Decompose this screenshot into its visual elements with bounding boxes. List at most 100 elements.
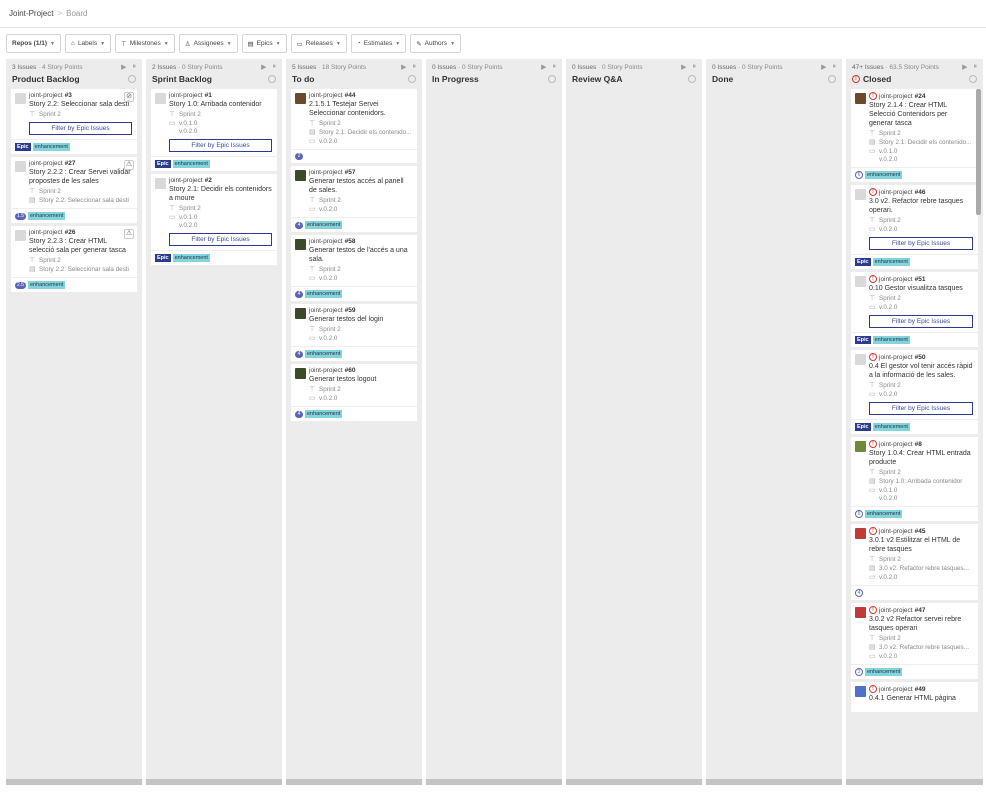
issue-card[interactable]: joint-project #57 Generar testos accés al …	[291, 166, 417, 232]
issue-title[interactable]: Story 2.1.4 : Crear HTML Selecció Conten…	[869, 101, 973, 128]
play-icon[interactable]: ▶	[401, 63, 406, 71]
label-badge[interactable]: enhancement	[872, 336, 910, 344]
issue-title[interactable]: 0.10 Gestor visualitza tasques	[869, 284, 973, 293]
column-status-icon[interactable]	[969, 75, 977, 83]
issue-card[interactable]: ! joint-project #45 3.0.1 v2 Estilitzar el …	[851, 524, 978, 600]
filter-labels-button[interactable]: ⌂ Labels ▼	[65, 34, 112, 53]
collapse-icon[interactable]: ⏸	[833, 63, 837, 71]
column-status-icon[interactable]	[408, 75, 416, 83]
issue-title[interactable]: Story 2.2.2 : Crear Servei validar propo…	[29, 168, 132, 186]
label-badge[interactable]: enhancement	[865, 668, 903, 676]
issue-number[interactable]: #24	[915, 93, 926, 100]
repo-name[interactable]: joint-project	[29, 229, 63, 236]
label-badge[interactable]: enhancement	[305, 350, 343, 358]
issue-number[interactable]: #46	[915, 189, 926, 196]
collapse-icon[interactable]: ⏸	[693, 63, 697, 71]
issue-title[interactable]: Generar testos de l'accés a una sala.	[309, 246, 412, 264]
issue-title[interactable]: Story 2.2: Seleccionar sala desti	[29, 100, 132, 109]
filter-epic-issues-button[interactable]: Filter by Epic Issues	[29, 122, 132, 135]
filter-estimates-button[interactable]: ◔ Estimates ▼	[350, 34, 407, 53]
issue-title[interactable]: Story 1.0.4: Crear HTML entrada producte	[869, 449, 973, 467]
issue-title[interactable]: 0.4 El gestor vol tenir accés ràpid a la…	[869, 362, 973, 380]
scrollbar[interactable]	[976, 89, 981, 215]
issue-card[interactable]: joint-project #2 Story 2.1: Decidir els co…	[151, 174, 277, 265]
filter-repos-button[interactable]: Repos (1/1) ▼	[6, 34, 61, 53]
repo-name[interactable]: joint-project	[29, 160, 63, 167]
repo-name[interactable]: joint-project	[309, 238, 343, 245]
card-corner-icon[interactable]: ⊘	[124, 92, 134, 102]
issue-title[interactable]: 0.4.1 Generar HTML pàgina	[869, 694, 973, 703]
issue-card[interactable]: ! joint-project #24 Story 2.1.4 : Crear HTM…	[851, 89, 978, 182]
issue-title[interactable]: Generar testos del login	[309, 315, 412, 324]
issue-title[interactable]: Story 2.1: Decidir els contenidors a mou…	[169, 185, 272, 203]
repo-name[interactable]: joint-project	[879, 441, 913, 448]
issue-card[interactable]: ! joint-project #46 3.0 v2. Refactor rebre …	[851, 185, 978, 269]
repo-name[interactable]: joint-project	[29, 92, 63, 99]
issue-card[interactable]: joint-project #60 Generar testos logout ⊤ Sp…	[291, 364, 417, 421]
collapse-icon[interactable]: ⏸	[273, 63, 277, 71]
label-badge[interactable]: enhancement	[865, 510, 903, 518]
issue-card[interactable]: ! joint-project #49 0.4.1 Generar HTML pàgi…	[851, 682, 978, 712]
filter-milestones-button[interactable]: ⊤ Milestones ▼	[115, 34, 175, 53]
issue-number[interactable]: #27	[65, 160, 76, 167]
label-badge[interactable]: enhancement	[872, 423, 910, 431]
play-icon[interactable]: ▶	[121, 63, 126, 71]
play-icon[interactable]: ▶	[541, 63, 546, 71]
issue-card[interactable]: ! joint-project #50 0.4 El gestor vol tenir…	[851, 350, 978, 434]
filter-epic-issues-button[interactable]: Filter by Epic Issues	[869, 315, 973, 328]
filter-epic-issues-button[interactable]: Filter by Epic Issues	[169, 139, 272, 152]
issue-title[interactable]: 3.0 v2. Refactor rebre tasques operari.	[869, 197, 973, 215]
filter-epic-issues-button[interactable]: Filter by Epic Issues	[169, 233, 272, 246]
issue-card[interactable]: joint-project #59 Generar testos del login…	[291, 304, 417, 361]
issue-title[interactable]: 3.0.1 v2 Estilitzar el HTML de rebre tas…	[869, 536, 973, 554]
issue-title[interactable]: Story 1.0: Arribada contenidor	[169, 100, 272, 109]
repo-name[interactable]: joint-project	[309, 307, 343, 314]
issue-number[interactable]: #57	[345, 169, 356, 176]
issue-card[interactable]: ! joint-project #47 3.0.2 v2 Refactor serve…	[851, 603, 978, 679]
repo-name[interactable]: joint-project	[309, 92, 343, 99]
collapse-icon[interactable]: ⏸	[553, 63, 557, 71]
play-icon[interactable]: ▶	[681, 63, 686, 71]
column-status-icon[interactable]	[128, 75, 136, 83]
issue-title[interactable]: Generar testos accés al panell de sales.	[309, 177, 412, 195]
label-badge[interactable]: enhancement	[872, 258, 910, 266]
issue-number[interactable]: #59	[345, 307, 356, 314]
repo-name[interactable]: joint-project	[309, 169, 343, 176]
label-badge[interactable]: enhancement	[305, 410, 343, 418]
issue-card[interactable]: joint-project #1 Story 1.0: Arribada conte…	[151, 89, 277, 171]
issue-number[interactable]: #49	[915, 686, 926, 693]
repo-name[interactable]: joint-project	[879, 189, 913, 196]
label-badge[interactable]: enhancement	[172, 160, 210, 168]
issue-title[interactable]: 3.0.2 v2 Refactor servei rebre tasques o…	[869, 615, 973, 633]
issue-title[interactable]: Story 2.2.3 : Crear HTML selecció sala p…	[29, 237, 132, 255]
issue-card[interactable]: ! joint-project #8 Story 1.0.4: Crear HTML …	[851, 437, 978, 521]
column-status-icon[interactable]	[828, 75, 836, 83]
collapse-icon[interactable]: ⏸	[974, 63, 978, 71]
issue-number[interactable]: #8	[915, 441, 922, 448]
collapse-icon[interactable]: ⏸	[133, 63, 137, 71]
label-badge[interactable]: enhancement	[27, 212, 66, 220]
column-status-icon[interactable]	[548, 75, 556, 83]
repo-name[interactable]: joint-project	[879, 354, 913, 361]
play-icon[interactable]: ▶	[962, 63, 967, 71]
repo-name[interactable]: joint-project	[879, 686, 913, 693]
issue-number[interactable]: #26	[65, 229, 76, 236]
label-badge[interactable]: enhancement	[305, 221, 343, 229]
issue-card[interactable]: joint-project #26 Story 2.2.3 : Crear HTML…	[11, 226, 137, 292]
issue-card[interactable]: joint-project #27 Story 2.2.2 : Crear Serv…	[11, 157, 137, 223]
issue-card[interactable]: joint-project #3 Story 2.2: Seleccionar sa…	[11, 89, 137, 154]
issue-card[interactable]: ! joint-project #51 0.10 Gestor visualitza …	[851, 272, 978, 347]
issue-number[interactable]: #3	[65, 92, 72, 99]
filter-epics-button[interactable]: ▤ Epics ▼	[241, 34, 287, 53]
play-icon[interactable]: ▶	[261, 63, 266, 71]
repo-name[interactable]: joint-project	[309, 367, 343, 374]
issue-number[interactable]: #60	[345, 367, 356, 374]
collapse-icon[interactable]: ⏸	[413, 63, 417, 71]
repo-name[interactable]: joint-project	[169, 92, 203, 99]
repo-name[interactable]: joint-project	[879, 528, 913, 535]
repo-name[interactable]: joint-project	[879, 93, 913, 100]
issue-card[interactable]: joint-project #44 2.1.5.1 Testejar Servei …	[291, 89, 417, 163]
label-badge[interactable]: enhancement	[865, 171, 903, 179]
label-badge[interactable]: enhancement	[172, 254, 210, 262]
filter-releases-button[interactable]: ▭ Releases ▼	[290, 34, 347, 53]
